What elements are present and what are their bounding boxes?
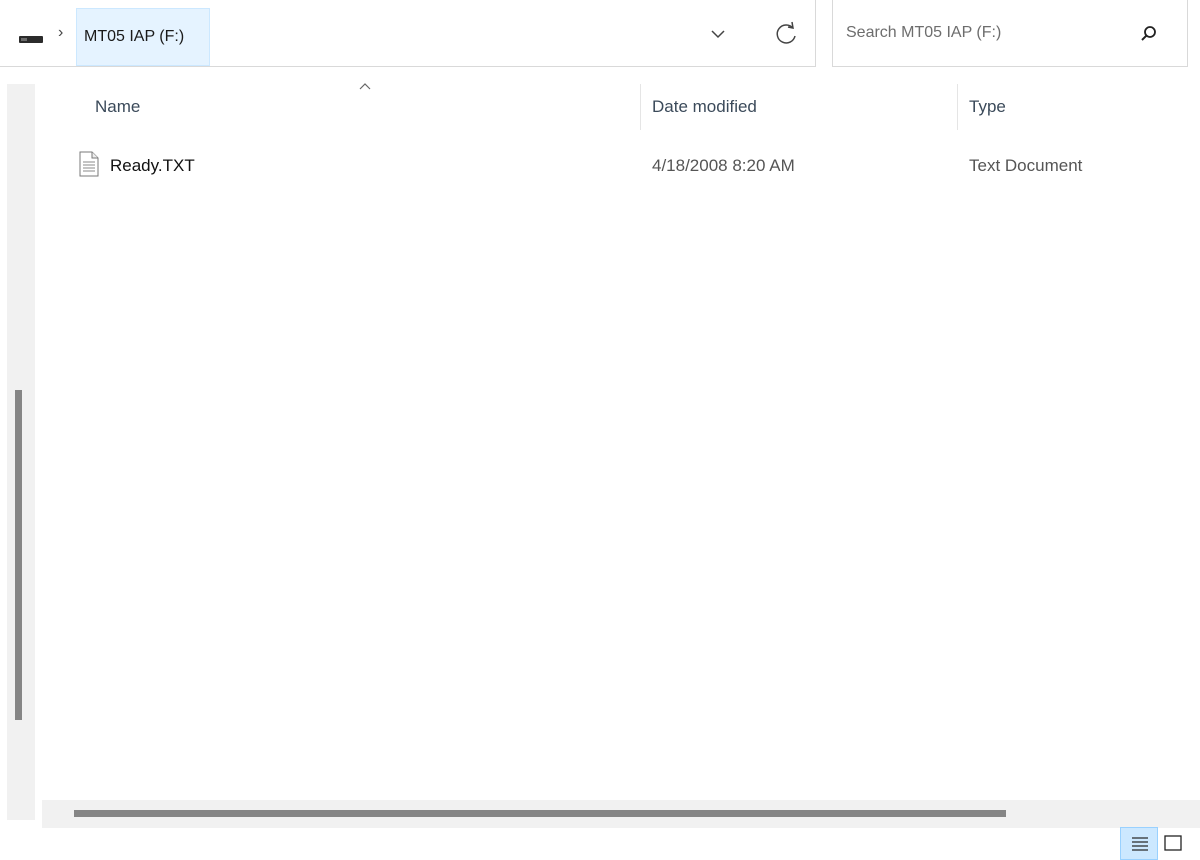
column-divider[interactable] bbox=[640, 84, 641, 130]
horizontal-scroll-thumb[interactable] bbox=[74, 810, 1006, 817]
file-row[interactable]: Ready.TXT 4/18/2008 8:20 AM Text Documen… bbox=[70, 142, 1190, 188]
vertical-scroll-thumb[interactable] bbox=[15, 390, 22, 720]
sort-ascending-icon bbox=[359, 83, 371, 90]
column-divider[interactable] bbox=[957, 84, 958, 130]
search-input[interactable]: Search MT05 IAP (F:) bbox=[832, 0, 1188, 67]
column-header-date-modified[interactable]: Date modified bbox=[652, 97, 757, 117]
search-placeholder: Search MT05 IAP (F:) bbox=[846, 24, 1002, 41]
column-header-type[interactable]: Type bbox=[969, 97, 1006, 117]
details-view-button[interactable] bbox=[1120, 827, 1158, 860]
text-file-icon bbox=[79, 151, 99, 177]
column-header-name[interactable]: Name bbox=[95, 97, 140, 117]
large-icons-view-icon[interactable] bbox=[1162, 833, 1184, 855]
breadcrumb-current-drive[interactable]: MT05 IAP (F:) bbox=[76, 8, 210, 66]
refresh-icon[interactable] bbox=[770, 18, 802, 50]
details-view-icon bbox=[1132, 837, 1148, 851]
file-name: Ready.TXT bbox=[110, 156, 195, 175]
chevron-down-icon[interactable] bbox=[704, 20, 732, 48]
drive-icon bbox=[19, 36, 43, 43]
breadcrumb-label: MT05 IAP (F:) bbox=[84, 28, 185, 45]
file-date-modified: 4/18/2008 8:20 AM bbox=[652, 156, 795, 175]
search-icon[interactable] bbox=[1139, 24, 1159, 44]
breadcrumb-separator[interactable]: › bbox=[58, 24, 63, 42]
file-type: Text Document bbox=[969, 156, 1083, 175]
